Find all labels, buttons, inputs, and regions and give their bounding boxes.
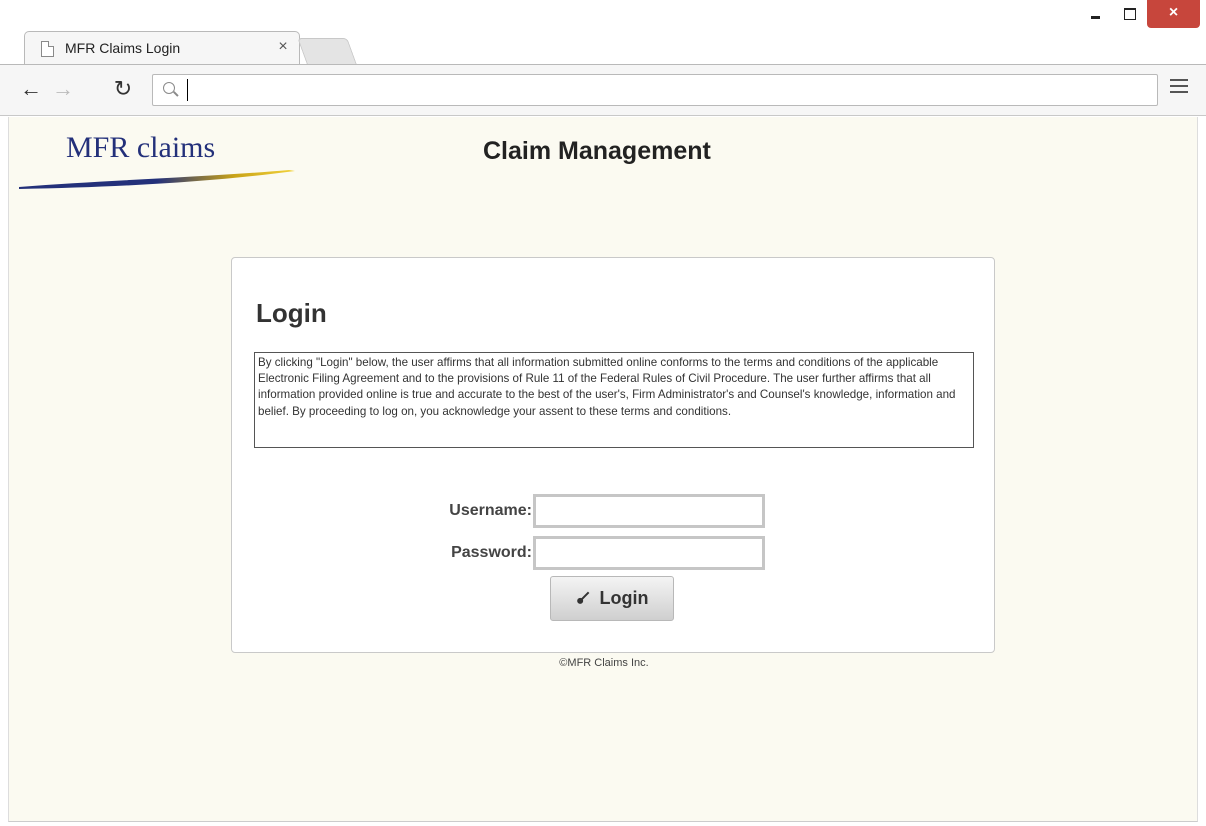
minimize-icon[interactable]	[1080, 0, 1112, 28]
login-button[interactable]: Login	[550, 576, 674, 621]
terms-disclaimer: By clicking "Login" below, the user affi…	[254, 352, 974, 448]
page-icon	[41, 41, 54, 57]
window-close-icon[interactable]: ×	[1147, 0, 1200, 28]
login-card: Login By clicking "Login" below, the use…	[231, 257, 995, 653]
menu-icon[interactable]	[1170, 79, 1188, 95]
login-button-label: Login	[599, 588, 649, 608]
username-input[interactable]	[533, 494, 765, 528]
username-row: Username:	[232, 494, 996, 530]
copyright-footer: ©MFR Claims Inc.	[559, 657, 649, 669]
password-input[interactable]	[533, 536, 765, 570]
new-tab-button[interactable]	[297, 38, 357, 64]
search-icon	[163, 82, 175, 94]
password-row: Password:	[232, 536, 996, 572]
logo-text: MFR claims	[66, 131, 216, 164]
reload-icon[interactable]: ↻	[110, 78, 136, 100]
address-bar[interactable]	[152, 74, 1158, 106]
browser-tab[interactable]: MFR Claims Login ×	[24, 31, 300, 65]
address-input[interactable]	[187, 79, 1147, 101]
browser-titlebar: MFR Claims Login × ×	[0, 0, 1206, 65]
maximize-icon[interactable]	[1114, 0, 1144, 28]
password-label: Password:	[451, 544, 532, 561]
back-arrow-icon[interactable]: ←	[18, 78, 44, 100]
forward-arrow-icon[interactable]: →	[50, 78, 76, 100]
username-label: Username:	[449, 502, 532, 519]
browser-toolbar: ← → ↻	[0, 64, 1206, 116]
tab-title: MFR Claims Login	[65, 40, 181, 56]
logo-swoosh-icon	[19, 170, 295, 189]
key-icon	[573, 588, 593, 608]
tab-close-icon[interactable]: ×	[275, 38, 291, 56]
page-content: MFR claims Claim Management Login By cli…	[8, 117, 1198, 822]
app-title: Claim Management	[483, 137, 711, 165]
mfr-logo: MFR claims	[19, 129, 309, 189]
login-title: Login	[256, 298, 327, 328]
